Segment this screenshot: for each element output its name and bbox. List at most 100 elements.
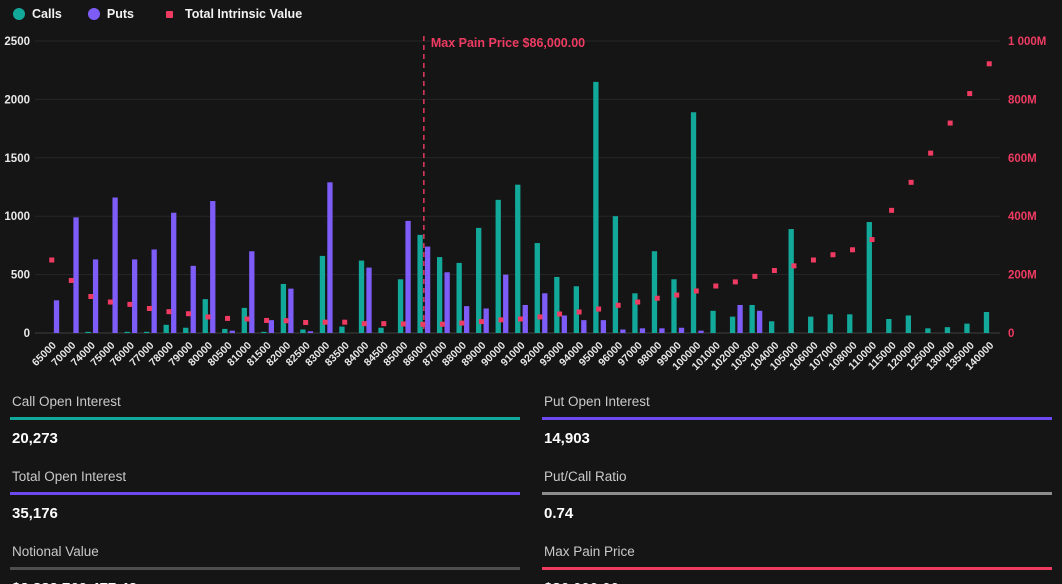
call-bar-87000[interactable]: [437, 257, 442, 333]
legend-item-puts[interactable]: Puts: [88, 7, 134, 21]
call-bar-102000[interactable]: [730, 317, 735, 333]
call-bar-76000[interactable]: [124, 332, 129, 333]
intrinsic-dot-107000[interactable]: [830, 252, 835, 257]
call-bar-93000[interactable]: [554, 277, 559, 333]
intrinsic-dot-75000[interactable]: [108, 300, 113, 305]
put-bar-94000[interactable]: [581, 320, 586, 333]
intrinsic-dot-98000[interactable]: [655, 296, 660, 301]
put-bar-82500[interactable]: [308, 331, 313, 333]
call-bar-130000[interactable]: [945, 327, 950, 333]
intrinsic-dot-80500[interactable]: [225, 316, 230, 321]
call-bar-103000[interactable]: [749, 305, 754, 333]
put-bar-83000[interactable]: [327, 182, 332, 333]
put-bar-102000[interactable]: [737, 305, 742, 333]
intrinsic-dot-135000[interactable]: [967, 91, 972, 96]
call-bar-105000[interactable]: [789, 229, 794, 333]
put-bar-70000[interactable]: [73, 217, 78, 333]
call-bar-89000[interactable]: [476, 228, 481, 333]
put-bar-97000[interactable]: [640, 328, 645, 333]
put-bar-93000[interactable]: [562, 315, 567, 333]
put-bar-74000[interactable]: [93, 259, 98, 333]
call-bar-79000[interactable]: [183, 328, 188, 333]
intrinsic-dot-100000[interactable]: [694, 288, 699, 293]
put-bar-77000[interactable]: [152, 249, 157, 333]
call-bar-108000[interactable]: [847, 314, 852, 333]
intrinsic-dot-140000[interactable]: [987, 61, 992, 66]
intrinsic-dot-78000[interactable]: [166, 309, 171, 314]
options-open-interest-plot[interactable]: 00500200M1000400M1500600M2000800M25001 0…: [0, 0, 1062, 380]
intrinsic-dot-79000[interactable]: [186, 311, 191, 316]
call-bar-99000[interactable]: [671, 279, 676, 333]
intrinsic-dot-108000[interactable]: [850, 247, 855, 252]
call-bar-86000[interactable]: [417, 235, 422, 333]
put-bar-98000[interactable]: [659, 328, 664, 333]
put-bar-92000[interactable]: [542, 293, 547, 333]
intrinsic-dot-110000[interactable]: [870, 237, 875, 242]
call-bar-95000[interactable]: [593, 82, 598, 333]
put-bar-99000[interactable]: [679, 328, 684, 333]
put-bar-75000[interactable]: [112, 198, 117, 333]
call-bar-82000[interactable]: [281, 284, 286, 333]
call-bar-100000[interactable]: [691, 112, 696, 333]
put-bar-89000[interactable]: [484, 308, 489, 333]
put-bar-81500[interactable]: [269, 320, 274, 333]
intrinsic-dot-90000[interactable]: [498, 317, 503, 322]
intrinsic-dot-82500[interactable]: [303, 320, 308, 325]
intrinsic-dot-125000[interactable]: [928, 151, 933, 156]
put-bar-85000[interactable]: [405, 221, 410, 333]
put-bar-80500[interactable]: [230, 331, 235, 333]
put-bar-76000[interactable]: [132, 259, 137, 333]
put-bar-100000[interactable]: [698, 331, 703, 333]
put-bar-95000[interactable]: [601, 320, 606, 333]
put-bar-65000[interactable]: [54, 300, 59, 333]
intrinsic-dot-83500[interactable]: [342, 320, 347, 325]
call-bar-78000[interactable]: [164, 325, 169, 333]
put-bar-80000[interactable]: [210, 201, 215, 333]
call-bar-74000[interactable]: [85, 332, 90, 333]
intrinsic-dot-81500[interactable]: [264, 318, 269, 323]
put-bar-78000[interactable]: [171, 213, 176, 333]
put-bar-84000[interactable]: [366, 268, 371, 333]
call-bar-97000[interactable]: [632, 293, 637, 333]
legend-item-total-intrinsic-value[interactable]: Total Intrinsic Value: [160, 7, 302, 21]
call-bar-98000[interactable]: [652, 251, 657, 333]
put-bar-82000[interactable]: [288, 289, 293, 333]
intrinsic-dot-88000[interactable]: [459, 321, 464, 326]
intrinsic-dot-106000[interactable]: [811, 258, 816, 263]
legend-item-calls[interactable]: Calls: [13, 7, 62, 21]
intrinsic-dot-101000[interactable]: [713, 283, 718, 288]
intrinsic-dot-120000[interactable]: [909, 180, 914, 185]
intrinsic-dot-104000[interactable]: [772, 268, 777, 273]
put-bar-91000[interactable]: [523, 305, 528, 333]
intrinsic-dot-87000[interactable]: [440, 322, 445, 327]
put-bar-103000[interactable]: [757, 311, 762, 333]
put-bar-81000[interactable]: [249, 251, 254, 333]
intrinsic-dot-80000[interactable]: [206, 314, 211, 319]
intrinsic-dot-84500[interactable]: [381, 321, 386, 326]
intrinsic-dot-130000[interactable]: [948, 121, 953, 126]
call-bar-104000[interactable]: [769, 321, 774, 333]
intrinsic-dot-96000[interactable]: [616, 303, 621, 308]
call-bar-82500[interactable]: [300, 329, 305, 333]
call-bar-140000[interactable]: [984, 312, 989, 333]
call-bar-83500[interactable]: [339, 327, 344, 333]
intrinsic-dot-89000[interactable]: [479, 319, 484, 324]
call-bar-90000[interactable]: [496, 200, 501, 333]
intrinsic-dot-102000[interactable]: [733, 279, 738, 284]
intrinsic-dot-81000[interactable]: [245, 316, 250, 321]
intrinsic-dot-97000[interactable]: [635, 300, 640, 305]
intrinsic-dot-92000[interactable]: [538, 314, 543, 319]
intrinsic-dot-70000[interactable]: [69, 278, 74, 283]
intrinsic-dot-94000[interactable]: [577, 309, 582, 314]
call-bar-91000[interactable]: [515, 185, 520, 333]
put-bar-88000[interactable]: [464, 306, 469, 333]
intrinsic-dot-99000[interactable]: [674, 293, 679, 298]
intrinsic-dot-85000[interactable]: [401, 321, 406, 326]
intrinsic-dot-77000[interactable]: [147, 306, 152, 311]
intrinsic-dot-74000[interactable]: [88, 294, 93, 299]
intrinsic-dot-91000[interactable]: [518, 316, 523, 321]
put-bar-79000[interactable]: [191, 266, 196, 333]
intrinsic-dot-95000[interactable]: [596, 307, 601, 312]
intrinsic-dot-76000[interactable]: [127, 302, 132, 307]
call-bar-96000[interactable]: [613, 216, 618, 333]
